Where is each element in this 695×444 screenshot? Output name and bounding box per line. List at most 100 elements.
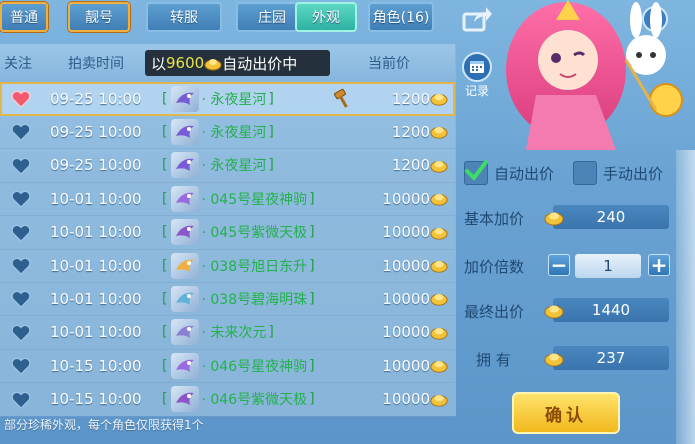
base-increment-field: 240 — [553, 205, 669, 229]
share-icon[interactable] — [462, 4, 492, 34]
auction-table: 关注 拍卖时间 以 9600 自动出价中 当前价 09-25 10:00 [· 永… — [0, 44, 456, 417]
bracket-open: [ — [162, 224, 168, 241]
table-row[interactable]: 09-25 10:00 [· 永夜星河] 1200 — [0, 115, 455, 150]
appearance-thumbnail-icon — [171, 185, 200, 212]
follow-heart-icon[interactable] — [11, 290, 31, 309]
follow-heart-icon[interactable] — [11, 257, 31, 275]
follow-heart-icon[interactable] — [11, 391, 31, 409]
gold-ingot-icon — [430, 93, 448, 106]
follow-heart-icon[interactable] — [11, 357, 31, 376]
bracket-close: ] — [268, 157, 274, 174]
auto-bid-option[interactable]: 自动出价 — [464, 160, 554, 186]
item-name-text: 046号紫微天极 — [210, 392, 308, 409]
gold-ingot-icon — [430, 160, 448, 173]
gold-ingot-icon — [544, 305, 564, 319]
calendar-icon — [462, 52, 492, 82]
auto-bid-label: 自动出价 — [494, 164, 555, 183]
item-name-text: 永夜星河 — [210, 158, 267, 175]
appearance-thumbnail-icon — [171, 152, 200, 179]
record-label: 记录 — [464, 84, 489, 98]
multiplier-label: 加价倍数 — [464, 258, 525, 276]
multiplier-field[interactable]: 1 — [575, 254, 641, 278]
current-price: 10000 — [382, 323, 430, 342]
bracket-open: [ — [162, 391, 168, 408]
bracket-open: [ — [162, 90, 168, 107]
check-icon — [465, 160, 488, 182]
item-name: · 永夜星河 — [201, 158, 267, 175]
table-row[interactable]: 10-01 10:00 [· 045号紫微天极] 10000 — [0, 216, 455, 250]
item-name: · 永夜星河 — [201, 91, 267, 108]
manual-bid-label: 手动出价 — [603, 164, 664, 183]
manual-bid-checkbox[interactable] — [573, 161, 597, 185]
table-row[interactable]: 10-01 10:00 [· 038号旭日东升] 10000 — [0, 249, 455, 283]
bracket-close: ] — [309, 391, 315, 408]
current-price: 10000 — [382, 289, 430, 308]
follow-heart-icon[interactable] — [11, 224, 31, 242]
appearance-thumbnail-icon — [171, 252, 200, 279]
bracket-close: ] — [309, 224, 315, 241]
auction-time: 10-01 10:00 — [50, 289, 142, 308]
auto-bid-banner: 以 9600 自动出价中 — [145, 50, 330, 76]
item-name: · 045号紫微天极 — [201, 225, 308, 242]
current-price: 10000 — [382, 356, 430, 375]
table-row[interactable]: 09-25 10:00 [· 永夜星河] 1200 — [0, 149, 455, 183]
increase-button[interactable]: + — [648, 253, 670, 277]
banner-prefix: 以 — [151, 54, 167, 73]
table-row[interactable]: 10-01 10:00 [· 038号碧海明珠] 10000 — [0, 282, 455, 317]
confirm-button[interactable]: 确认 — [512, 392, 620, 434]
table-row[interactable]: 10-15 10:00 [· 046号星夜神驹] 10000 — [0, 349, 455, 384]
appearance-thumbnail-icon — [171, 285, 200, 312]
follow-heart-icon[interactable] — [11, 123, 31, 142]
auction-time: 09-25 10:00 — [50, 156, 142, 175]
auto-bid-checkbox[interactable] — [464, 160, 488, 185]
appearance-thumbnail-icon — [171, 118, 200, 145]
tab-transfer-server[interactable]: 转服 — [146, 2, 222, 32]
banner-amount: 9600 — [166, 54, 205, 72]
table-row[interactable]: 10-01 10:00 [· 045号星夜神驹] 10000 — [0, 182, 455, 217]
item-name-text: 038号旭日东升 — [210, 258, 308, 275]
bracket-close: ] — [309, 357, 315, 374]
table-row[interactable]: 10-15 10:00 [· 046号紫微天极] 10000 — [0, 383, 455, 417]
confirm-label: 确认 — [545, 405, 587, 426]
item-name-text: 永夜星河 — [210, 91, 267, 108]
appearance-thumbnail-icon — [171, 85, 200, 112]
follow-heart-icon[interactable] — [11, 90, 31, 108]
current-price: 10000 — [382, 223, 430, 242]
gold-ingot-icon — [430, 327, 448, 340]
auction-time: 10-15 10:00 — [50, 390, 142, 409]
follow-heart-icon[interactable] — [11, 157, 31, 175]
owned-value: 237 — [596, 349, 626, 367]
final-bid-value: 1440 — [591, 301, 631, 319]
bracket-close: ] — [309, 190, 315, 207]
decrease-button[interactable]: − — [548, 253, 570, 277]
bracket-open: [ — [162, 290, 168, 307]
gold-ingot-icon — [544, 212, 564, 226]
gold-ingot-icon — [204, 59, 222, 71]
appearance-thumbnail-icon — [171, 319, 200, 346]
bracket-open: [ — [162, 123, 168, 140]
current-price: 10000 — [382, 256, 430, 275]
current-price: 1200 — [391, 156, 430, 175]
tab-normal[interactable]: 普通 — [0, 2, 48, 32]
item-name: · 045号星夜神驹 — [201, 191, 308, 208]
table-row[interactable]: 09-25 10:00 [· 永夜星河] 1200 — [0, 82, 455, 116]
tab-appearance[interactable]: 外观 — [295, 2, 357, 32]
owned-field: 237 — [553, 346, 669, 370]
item-name-text: 045号星夜神驹 — [210, 191, 308, 208]
bracket-close: ] — [268, 324, 274, 341]
item-name-text: 045号紫微天极 — [210, 225, 308, 242]
col-price: 当前价 — [368, 56, 410, 72]
tab-character[interactable]: 角色(16) — [368, 2, 434, 32]
follow-heart-icon[interactable] — [11, 324, 31, 342]
gold-ingot-icon — [430, 227, 448, 240]
table-row[interactable]: 10-01 10:00 [· 未来次元] 10000 — [0, 316, 455, 350]
bracket-open: [ — [162, 257, 168, 274]
bracket-close: ] — [309, 290, 315, 307]
manual-bid-option[interactable]: 手动出价 — [573, 160, 663, 186]
item-name-text: 永夜星河 — [210, 124, 267, 141]
follow-heart-icon[interactable] — [11, 190, 31, 209]
appearance-thumbnail-icon — [171, 386, 200, 413]
base-increment-label: 基本加价 — [464, 210, 525, 228]
record-button[interactable]: 记录 — [458, 52, 496, 102]
tab-pretty-id[interactable]: 靓号 — [68, 2, 130, 32]
